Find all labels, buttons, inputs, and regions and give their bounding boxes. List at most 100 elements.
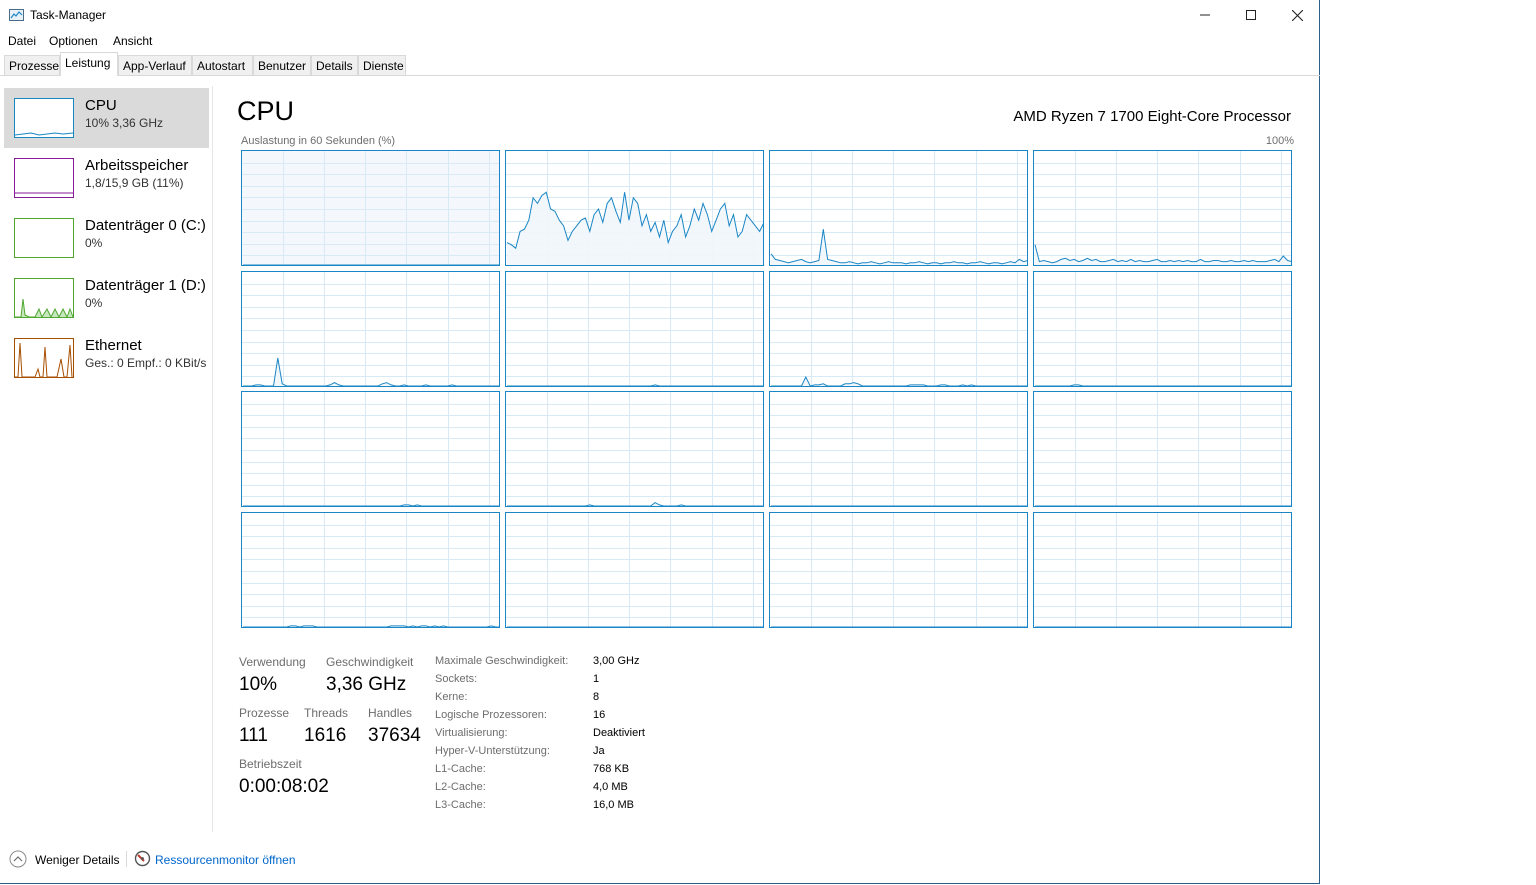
logical-processor-graph (1033, 150, 1292, 266)
uptime-value: 0:00:08:02 (239, 776, 329, 797)
tab-leistung[interactable]: Leistung (60, 52, 118, 76)
logical-processor-graph (505, 512, 764, 628)
graph-max-label: 100% (1265, 135, 1294, 147)
handles-value: 37634 (368, 725, 421, 746)
speed-label: Geschwindigkeit (326, 655, 414, 669)
fewer-details-button[interactable]: Weniger Details (35, 853, 119, 867)
sidebar-item-disk-c[interactable]: Datenträger 0 (C:) 0% (4, 208, 209, 268)
page-title: CPU (237, 96, 295, 126)
l3-cache-label: L3-Cache: (435, 799, 486, 811)
menu-optionen[interactable]: Optionen (49, 34, 98, 48)
sockets-value: 1 (593, 673, 600, 685)
max-speed-value: 3,00 GHz (593, 655, 640, 667)
virtualization-label: Virtualisierung: (435, 727, 508, 739)
collapse-chevron-icon[interactable] (9, 850, 27, 868)
cores-label: Kerne: (435, 691, 468, 703)
threads-value: 1616 (304, 725, 347, 746)
logical-processor-graph (1033, 512, 1292, 628)
cores-value: 8 (593, 691, 600, 703)
l2-cache-value: 4,0 MB (593, 781, 628, 793)
footer-bar: Weniger Details Ressourcenmonitor öffnen (0, 846, 1320, 874)
processes-value: 111 (239, 725, 268, 746)
menu-datei[interactable]: Datei (8, 34, 36, 48)
open-resource-monitor-link[interactable]: Ressourcenmonitor öffnen (155, 853, 296, 867)
tab-dienste[interactable]: Dienste (358, 55, 406, 75)
maximize-button[interactable] (1228, 0, 1274, 30)
cpu-thumbnail-graph (14, 98, 74, 138)
sidebar-item-label: Arbeitsspeicher (85, 157, 189, 174)
sidebar-item-value: 0% (85, 236, 103, 250)
l1-cache-value: 768 KB (593, 763, 630, 775)
cpu-usage-series (771, 375, 1027, 386)
speed-value: 3,36 GHz (326, 674, 407, 695)
close-button[interactable] (1274, 0, 1320, 30)
disk-d-thumbnail-graph (14, 278, 74, 319)
logical-processor-graph (769, 512, 1028, 628)
cpu-usage-series (243, 504, 499, 506)
tab-autostart[interactable]: Autostart (192, 55, 253, 75)
processes-label: Prozesse (239, 706, 290, 720)
sidebar-item-cpu[interactable]: CPU 10% 3,36 GHz (4, 88, 209, 148)
memory-thumbnail-graph (14, 158, 74, 198)
tab-benutzer[interactable]: Benutzer (253, 55, 311, 75)
resource-monitor-icon[interactable] (134, 850, 151, 867)
graph-caption: Auslastung in 60 Sekunden (%) (241, 135, 396, 147)
cpu-usage-series (243, 357, 499, 386)
cpu-usage-series (507, 502, 763, 506)
task-manager-icon (9, 9, 24, 21)
logical-processor-graph (769, 271, 1028, 387)
title-bar[interactable]: Task-Manager (0, 0, 1320, 30)
logical-processor-graph (505, 150, 764, 266)
sidebar-item-value: 0% (85, 296, 103, 310)
l2-cache-label: L2-Cache: (435, 781, 486, 793)
sidebar-item-value: 10% 3,36 GHz (85, 116, 164, 130)
usage-value: 10% (239, 674, 278, 695)
sidebar-item-ethernet[interactable]: Ethernet Ges.: 0 Empf.: 0 KBit/s (4, 328, 209, 388)
logical-processor-graph (769, 150, 1028, 266)
logical-processor-graph (1033, 391, 1292, 507)
resource-sidebar: CPU 10% 3,36 GHz Arbeitsspeicher 1,8/15,… (0, 86, 213, 832)
hyper-v-value: Ja (593, 745, 605, 757)
tab-prozesse[interactable]: Prozesse (4, 55, 60, 75)
disk-c-thumbnail-graph (14, 218, 74, 258)
cpu-usage-series (507, 384, 763, 386)
virtualization-value: Deaktiviert (593, 727, 645, 739)
sockets-label: Sockets: (435, 673, 478, 685)
cpu-usage-series (770, 229, 1027, 265)
logical-processors-label: Logische Prozessoren: (435, 709, 547, 721)
sidebar-item-label: Datenträger 1 (D:) (85, 277, 206, 294)
logical-processor-graph (241, 512, 500, 628)
max-speed-label: Maximale Geschwindigkeit: (435, 655, 569, 667)
tab-details[interactable]: Details (311, 55, 358, 75)
usage-label: Verwendung (239, 655, 306, 669)
hyper-v-label: Hyper-V-Unterstützung: (435, 745, 550, 757)
sidebar-item-value: Ges.: 0 Empf.: 0 KBit/s (85, 356, 207, 370)
l1-cache-label: L1-Cache: (435, 763, 486, 775)
logical-processor-graph (505, 271, 764, 387)
task-manager-window: Task-Manager Datei Optionen Ansicht Proz… (0, 0, 1320, 884)
sidebar-item-label: Ethernet (85, 337, 142, 354)
l3-cache-value: 16,0 MB (593, 799, 634, 811)
menu-ansicht[interactable]: Ansicht (113, 34, 152, 48)
sidebar-item-disk-d[interactable]: Datenträger 1 (D:) 0% (4, 268, 209, 328)
logical-processor-graph (241, 391, 500, 507)
ethernet-thumbnail-graph (14, 338, 74, 378)
sidebar-item-value: 1,8/15,9 GB (11%) (85, 176, 184, 190)
logical-processor-graph (241, 271, 500, 387)
processor-name: AMD Ryzen 7 1700 Eight-Core Processor (1013, 108, 1291, 125)
logical-processor-graph (505, 391, 764, 507)
threads-label: Threads (304, 706, 349, 720)
uptime-label: Betriebszeit (239, 757, 302, 771)
logical-processors-value: 16 (593, 709, 606, 721)
tab-bar: Prozesse Leistung App-Verlauf Autostart … (0, 52, 1320, 76)
minimize-button[interactable] (1182, 0, 1228, 30)
sidebar-item-label: Datenträger 0 (C:) (85, 217, 206, 234)
logical-processor-graph (1033, 271, 1292, 387)
window-title: Task-Manager (30, 8, 107, 22)
sidebar-item-label: CPU (85, 97, 117, 114)
handles-label: Handles (368, 706, 413, 720)
logical-processor-graph (241, 150, 500, 266)
tab-app-verlauf[interactable]: App-Verlauf (118, 55, 192, 75)
sidebar-item-memory[interactable]: Arbeitsspeicher 1,8/15,9 GB (11%) (4, 148, 209, 208)
footer-divider (126, 851, 127, 867)
